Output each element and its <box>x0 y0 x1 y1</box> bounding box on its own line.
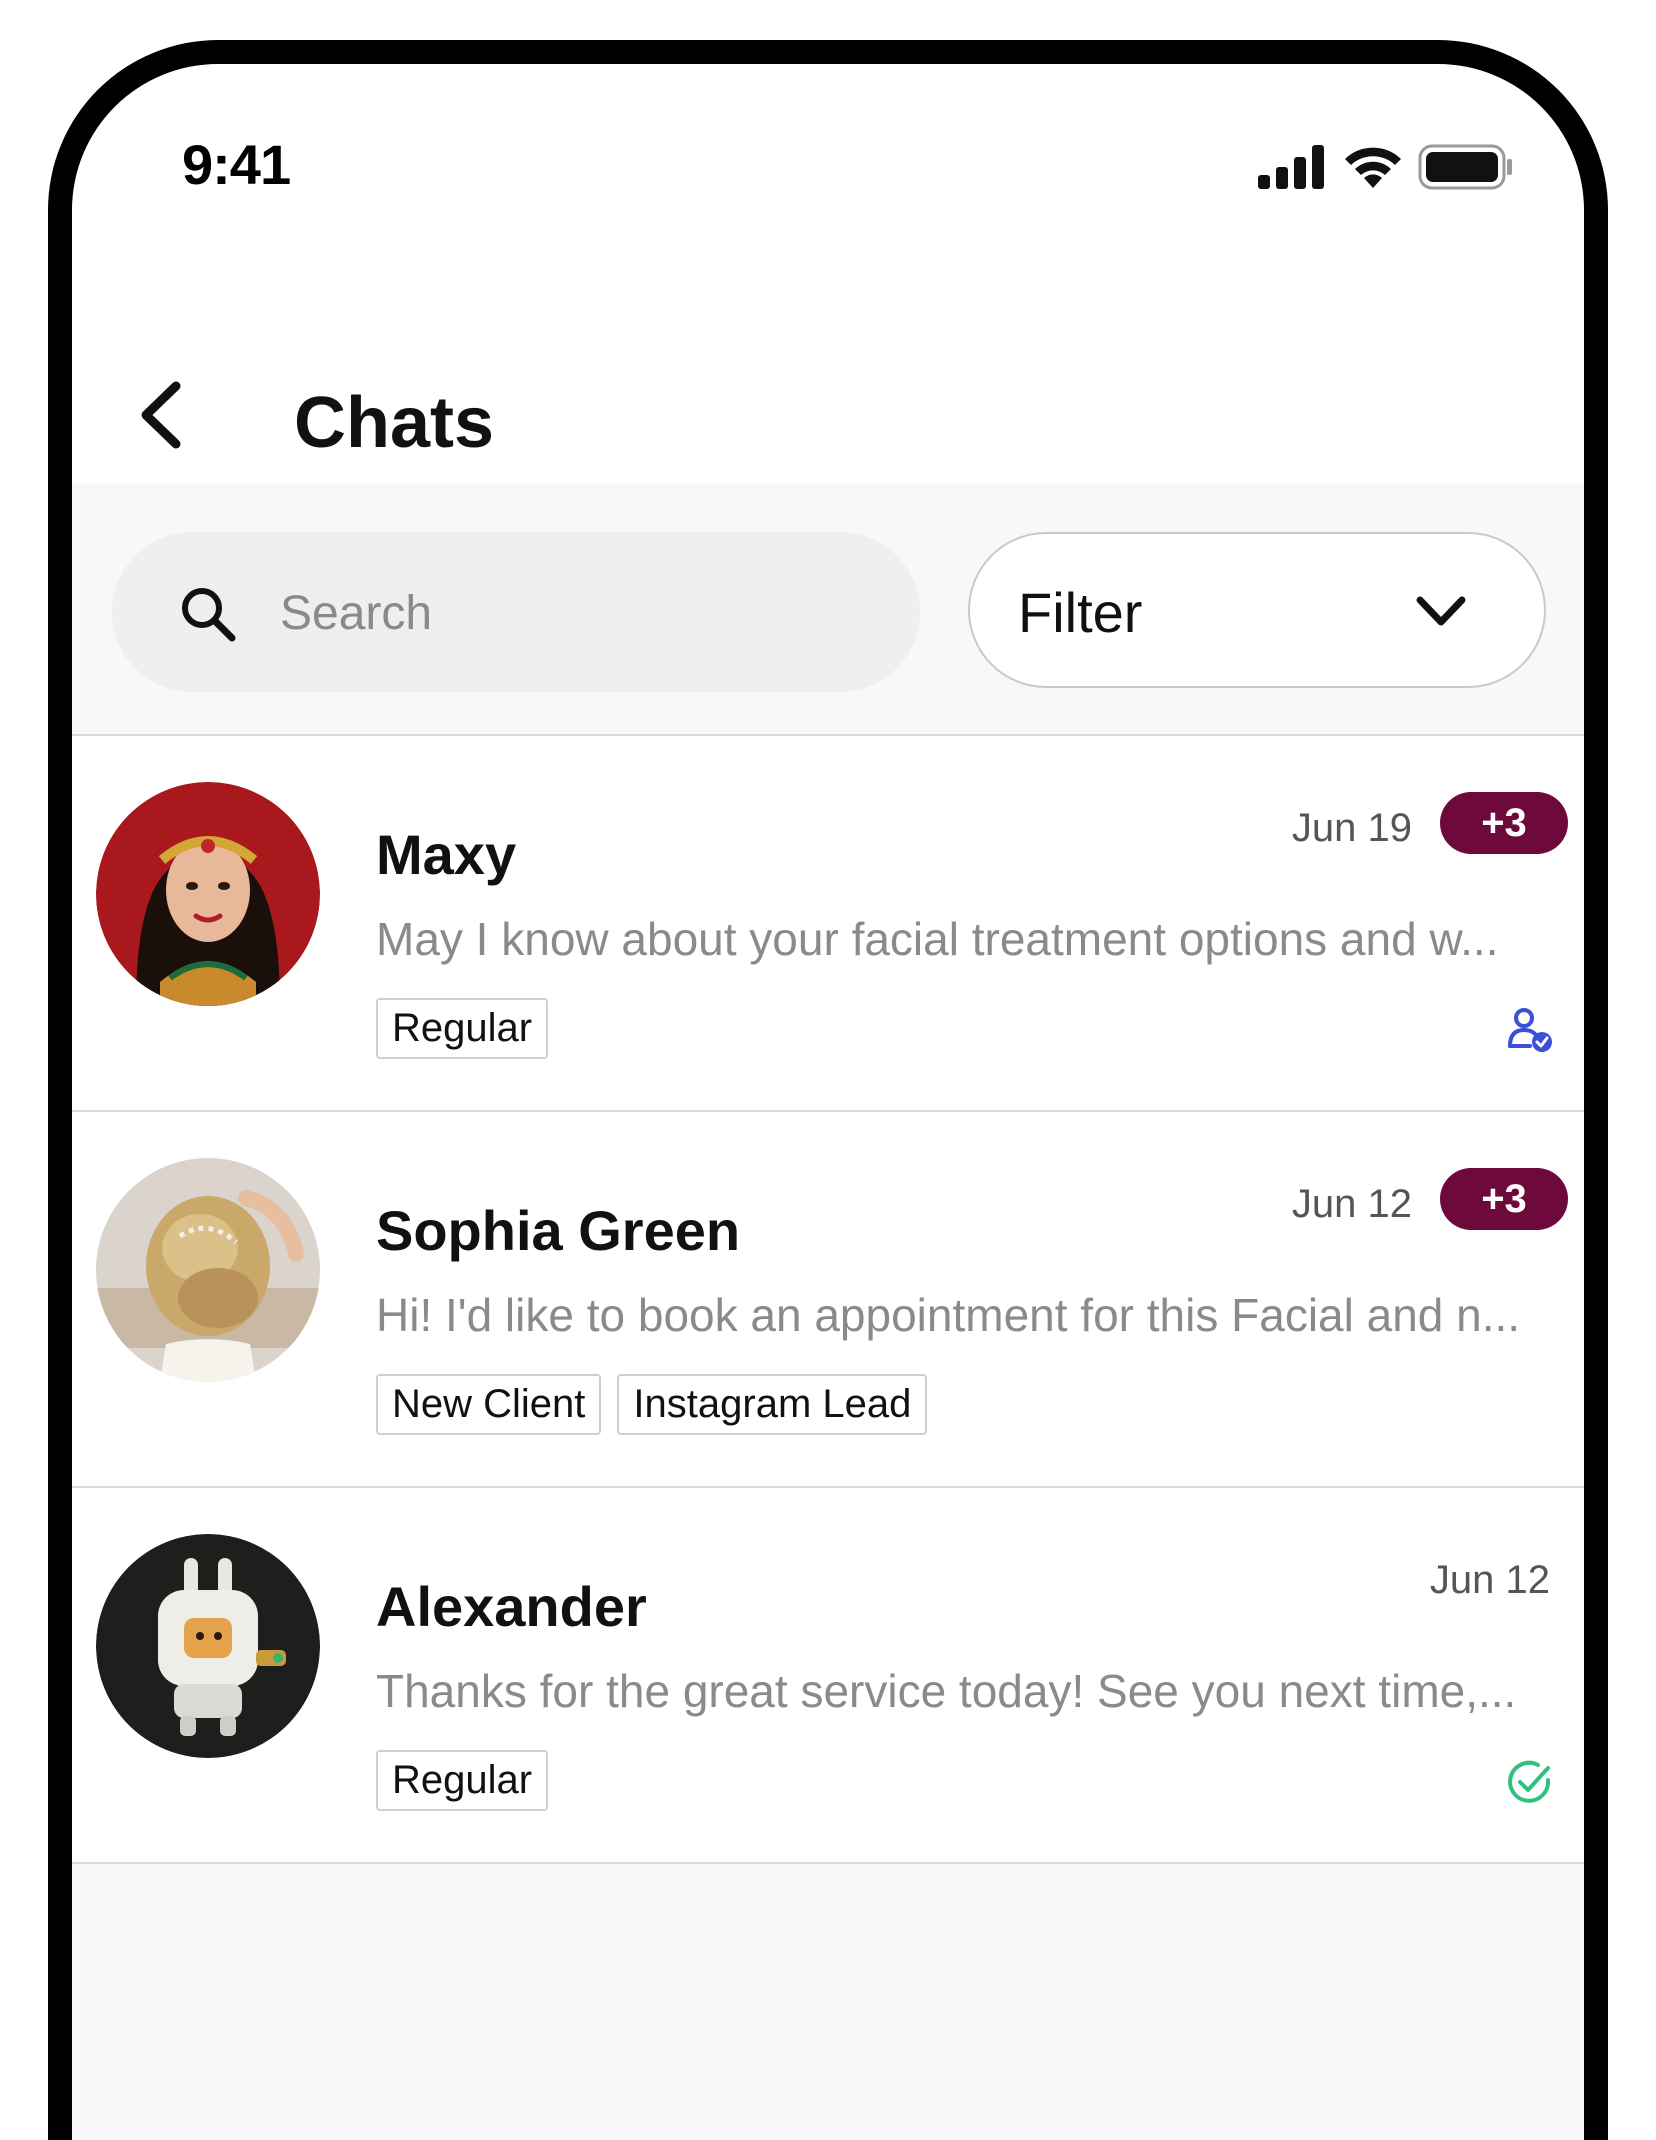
chat-row-sophia-green[interactable]: Sophia Green Jun 12 +3 Hi! I'd like to b… <box>72 1112 1584 1488</box>
search-box[interactable] <box>112 532 920 692</box>
chat-name: Alexander <box>376 1575 647 1638</box>
unread-badge: +3 <box>1440 792 1568 854</box>
chat-preview: Hi! I'd like to book an appointment for … <box>376 1289 1521 1341</box>
header: Chats <box>72 314 1584 484</box>
tag[interactable]: Regular <box>376 998 549 1059</box>
tag[interactable]: Regular <box>376 1750 549 1811</box>
chat-tags: Regular <box>376 998 549 1059</box>
chevron-left-icon <box>141 381 181 449</box>
chat-name: Sophia Green <box>376 1199 741 1262</box>
unread-badge: +3 <box>1440 1168 1568 1230</box>
filter-dropdown[interactable]: Filter <box>968 532 1546 688</box>
user-check-icon <box>1508 1008 1552 1052</box>
avatar <box>96 1534 320 1758</box>
empty-list-area <box>72 1864 1584 2140</box>
chat-preview: May I know about your facial treatment o… <box>376 913 1499 965</box>
chat-date: Jun 19 <box>1291 806 1412 850</box>
check-circle-icon <box>1508 1760 1551 1803</box>
avatar <box>96 782 320 1006</box>
chat-date: Jun 12 <box>1429 1558 1550 1602</box>
chat-name: Maxy <box>376 823 517 886</box>
filter-label: Filter <box>1018 581 1143 644</box>
phone-frame: 9:41 Chats Search Filter Maxy Jun 19 +3 … <box>48 40 1608 2140</box>
tag[interactable]: New Client <box>376 1374 602 1435</box>
signal-icon <box>1258 145 1324 189</box>
tag[interactable]: Instagram Lead <box>617 1374 928 1435</box>
page-title: Chats <box>294 383 495 463</box>
status-icons <box>1258 144 1514 190</box>
search-icon <box>182 588 236 642</box>
chat-row-alexander[interactable]: Alexander Jun 12 Thanks for the great se… <box>72 1488 1584 1864</box>
search-filter-bar: Filter <box>72 484 1584 736</box>
chat-list: Maxy Jun 19 +3 May I know about your fac… <box>72 736 1584 1864</box>
back-button[interactable] <box>132 380 192 450</box>
search-input[interactable] <box>278 580 882 646</box>
wifi-icon <box>1345 147 1401 188</box>
chat-tags: New Client Instagram Lead <box>376 1374 928 1435</box>
chat-row-maxy[interactable]: Maxy Jun 19 +3 May I know about your fac… <box>72 736 1584 1112</box>
chat-date: Jun 12 <box>1291 1182 1412 1226</box>
status-bar: 9:41 <box>72 64 1584 284</box>
chat-preview: Thanks for the great service today! See … <box>376 1665 1517 1717</box>
status-time: 9:41 <box>182 133 291 196</box>
chat-tags: Regular <box>376 1750 549 1811</box>
avatar <box>96 1158 320 1382</box>
chevron-down-icon <box>1416 596 1466 626</box>
battery-icon <box>1418 144 1512 190</box>
